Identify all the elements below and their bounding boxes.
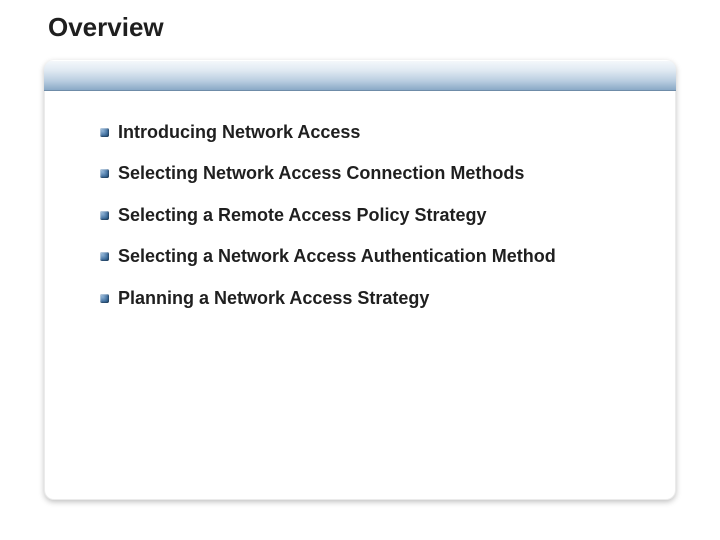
bullet-icon [100, 211, 109, 220]
bullet-text: Planning a Network Access Strategy [118, 288, 429, 308]
bullet-text: Introducing Network Access [118, 122, 360, 142]
bullet-icon [100, 169, 109, 178]
list-item: Introducing Network Access [100, 121, 646, 144]
panel-body: Introducing Network Access Selecting Net… [44, 91, 676, 310]
list-item: Planning a Network Access Strategy [100, 287, 646, 310]
bullet-list: Introducing Network Access Selecting Net… [100, 121, 646, 310]
list-item: Selecting a Remote Access Policy Strateg… [100, 204, 646, 227]
bullet-icon [100, 294, 109, 303]
list-item: Selecting a Network Access Authenticatio… [100, 245, 646, 268]
list-item: Selecting Network Access Connection Meth… [100, 162, 646, 185]
slide: Overview Introducing Network Access Sele… [0, 0, 720, 540]
content-panel: Introducing Network Access Selecting Net… [44, 60, 676, 500]
bullet-icon [100, 128, 109, 137]
panel-header-bar [44, 60, 676, 91]
bullet-icon [100, 252, 109, 261]
bullet-text: Selecting a Network Access Authenticatio… [118, 246, 556, 266]
bullet-text: Selecting Network Access Connection Meth… [118, 163, 524, 183]
page-title: Overview [48, 12, 164, 43]
bullet-text: Selecting a Remote Access Policy Strateg… [118, 205, 487, 225]
